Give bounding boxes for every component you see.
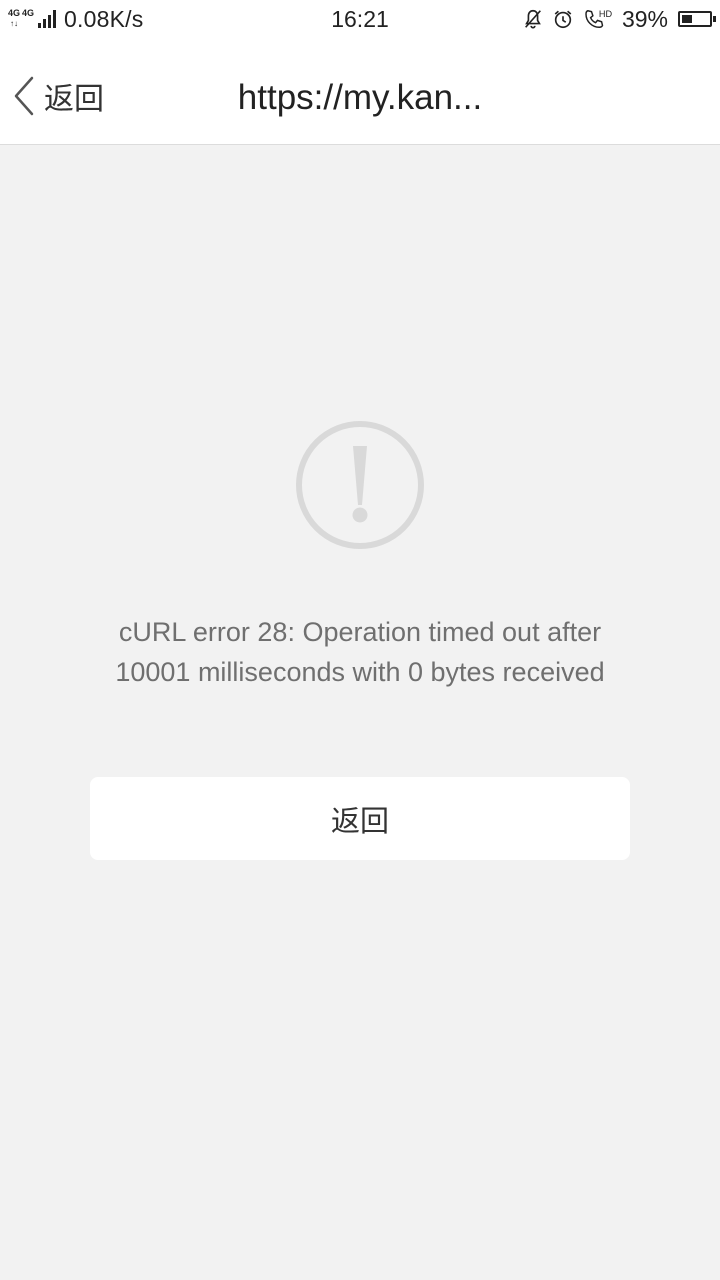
mute-bell-icon [525, 9, 541, 29]
network-tag-sim1: 4G [8, 8, 21, 18]
alarm-clock-icon [554, 10, 572, 29]
page-title: https://my.kan... [237, 78, 483, 117]
status-bar: 4G 4G ↑↓ 0.08K/s 16:21 HD 39% [0, 0, 720, 38]
network-type-indicator: 4G 4G ↑↓ [8, 6, 38, 32]
battery-nub [713, 16, 716, 22]
return-button[interactable]: 返回 [90, 777, 630, 860]
return-button-label: 返回 [330, 803, 389, 838]
battery-fill [682, 15, 692, 23]
data-arrows-icon: ↑↓ [10, 19, 18, 28]
exclamation-circle-icon [296, 421, 424, 549]
title-bar: 返回 https://my.kan... [0, 38, 720, 145]
svg-text:HD: HD [599, 9, 612, 19]
signal-strength-icon [38, 10, 58, 28]
status-left: 4G 4G ↑↓ 0.08K/s [8, 4, 143, 34]
hd-call-icon: HD [585, 9, 612, 28]
battery-icon [678, 11, 716, 27]
network-tag-sim2: 4G [22, 8, 35, 18]
error-message: cURL error 28: Operation timed out after… [115, 617, 605, 687]
battery-percent: 39% [621, 5, 668, 32]
network-speed: 0.08K/s [64, 5, 144, 32]
status-right: HD 39% [522, 4, 716, 34]
